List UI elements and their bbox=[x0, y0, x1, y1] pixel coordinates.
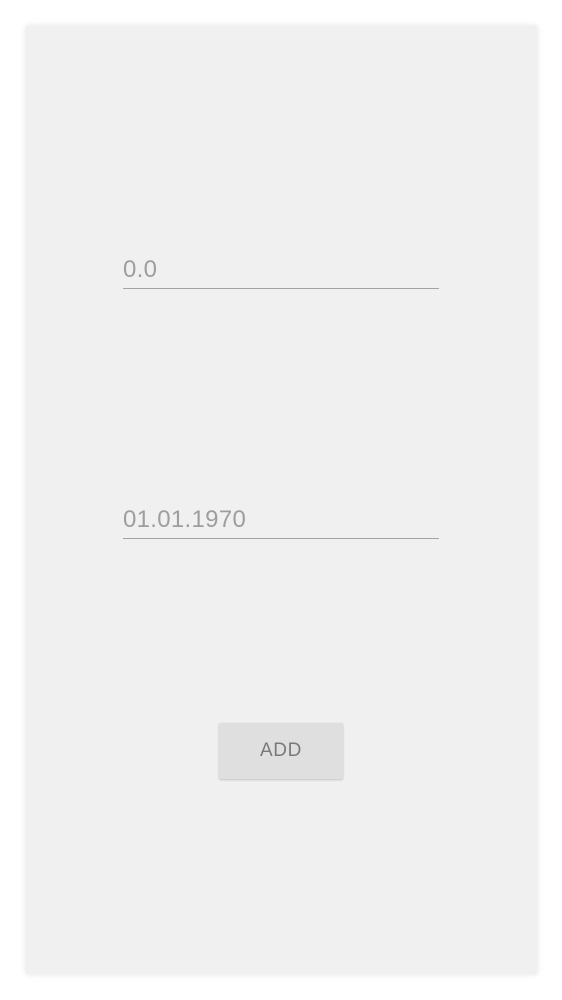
date-value: 01.01.1970 bbox=[123, 506, 247, 533]
amount-value: 0.0 bbox=[123, 256, 158, 283]
add-button[interactable]: ADD bbox=[219, 723, 343, 779]
add-entry-dialog: 0.0 01.01.1970 ADD bbox=[26, 26, 537, 974]
date-input[interactable]: 01.01.1970 bbox=[123, 504, 439, 539]
amount-input[interactable]: 0.0 bbox=[123, 254, 439, 289]
